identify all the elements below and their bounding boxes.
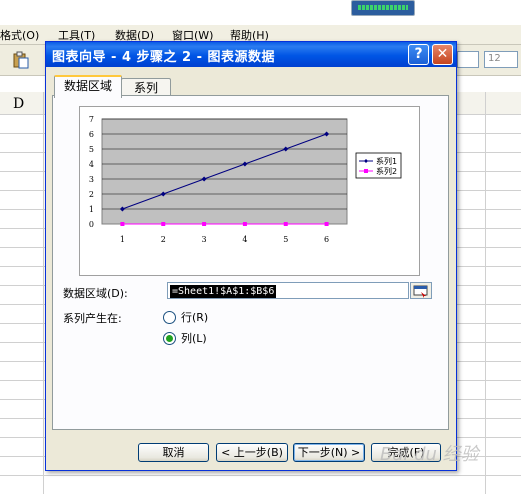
radio-rows-circle[interactable] [163,310,176,324]
tab-panel: 0 1 2 3 4 5 6 7 1 2 3 4 5 6 系列1 系列2 数据区域(D): =Sheet1!$A… [52,95,449,430]
range-select-icon [413,285,428,298]
series-marker [324,222,329,226]
font-size-input[interactable]: 12 [484,51,518,68]
font-combo[interactable] [457,51,479,68]
close-button[interactable]: ✕ [432,44,453,65]
tab-data-range[interactable]: 数据区域 [54,75,122,98]
x-tick-label: 5 [283,235,288,244]
y-tick-label: 3 [89,175,94,184]
y-tick-label: 2 [89,190,94,199]
chart-svg: 0 1 2 3 4 5 6 7 1 2 3 4 5 6 系列1系列2 [89,115,402,244]
legend-marker [364,169,368,173]
paste-icon[interactable] [12,51,30,69]
progress-indicator [358,5,408,10]
chart-wizard-dialog: 图表向导 - 4 步骤之 2 - 图表源数据 ? ✕ 数据区域 系列 01234… [45,41,457,471]
watermark: Bai du 经验 [380,444,479,465]
radio-columns[interactable]: 列(L) [163,330,207,346]
series-marker [202,222,207,226]
series-marker [120,222,125,226]
y-tick-label: 4 [89,160,94,169]
legend-label: 系列1 [376,156,397,166]
series-in-label: 系列产生在: [63,312,122,325]
x-tick-label: 6 [324,235,329,244]
taskbar-widget [351,0,415,16]
x-tick-label: 1 [120,235,125,244]
series-marker [161,222,166,226]
chart-preview: 0 1 2 3 4 5 6 7 1 2 3 4 5 6 系列1 系列2 [79,106,420,276]
help-button[interactable]: ? [408,44,429,65]
radio-rows[interactable]: 行(R) [163,309,208,325]
collapse-dialog-button[interactable] [410,282,432,299]
x-tick-label: 2 [161,235,166,244]
dialog-title: 图表向导 - 4 步骤之 2 - 图表源数据 [52,50,276,65]
data-range-input[interactable]: =Sheet1!$A$1:$B$6 [167,282,409,299]
data-range-label: 数据区域(D): [63,287,128,300]
radio-columns-circle[interactable] [163,331,176,345]
dialog-title-bar[interactable]: 图表向导 - 4 步骤之 2 - 图表源数据 ? ✕ [46,42,456,67]
legend-label: 系列2 [376,166,397,176]
y-tick-label: 0 [89,220,94,229]
radio-columns-label: 列(L) [181,332,207,345]
back-button[interactable]: < 上一步(B) [216,443,288,462]
y-tick-label: 1 [89,205,94,214]
series-marker [242,222,247,226]
next-button[interactable]: 下一步(N) > [293,443,365,462]
cancel-button[interactable]: 取消 [138,443,209,462]
data-range-value: =Sheet1!$A$1:$B$6 [170,285,277,298]
x-tick-label: 3 [202,235,207,244]
y-tick-label: 7 [89,115,94,124]
y-tick-label: 5 [89,145,94,154]
series-marker [283,222,288,226]
radio-rows-label: 行(R) [181,311,209,324]
y-tick-label: 6 [89,130,94,139]
x-tick-label: 4 [242,235,247,244]
menu-format[interactable]: 格式(O) [0,27,39,43]
